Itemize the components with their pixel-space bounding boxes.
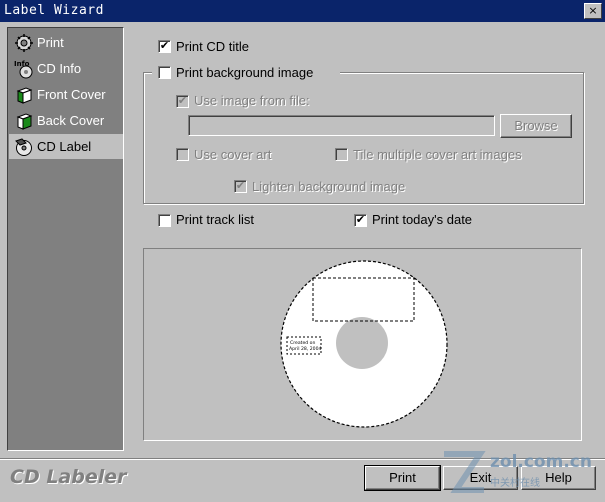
cd-label-preview: Created on April 28, 2004 (143, 248, 582, 441)
use-cover-art-label: Use cover art (194, 147, 272, 162)
window-title: Label Wizard (4, 3, 104, 18)
sidebar-item-cd-info[interactable]: Info CD Info (9, 56, 123, 81)
sidebar-item-front-cover[interactable]: Front Cover (9, 82, 123, 107)
tile-cover-art-checkbox[interactable] (335, 148, 348, 161)
sidebar-item-label: CD Label (37, 139, 92, 154)
lighten-background-checkbox[interactable]: ✔ (234, 180, 247, 193)
sidebar-item-label: Front Cover (37, 87, 106, 102)
print-button[interactable]: Print (364, 465, 441, 491)
print-cd-title-label: Print CD title (176, 39, 249, 54)
print-background-image-label: Print background image (176, 65, 314, 80)
sidebar-item-label: CD Info (37, 61, 82, 76)
cd-label-icon (15, 138, 32, 156)
cd-hole (336, 317, 388, 369)
title-bar[interactable]: Label Wizard × (0, 0, 605, 22)
close-button[interactable]: × (584, 3, 602, 19)
print-todays-date-label: Print today's date (372, 212, 473, 227)
tile-cover-art-label: Tile multiple cover art images (353, 147, 522, 162)
watermark-text: zol.com.cn (490, 452, 592, 472)
print-background-image-checkbox[interactable] (158, 66, 171, 79)
sidebar-item-print[interactable]: Print (9, 30, 123, 55)
browse-button[interactable]: Browse (500, 114, 572, 138)
info-icon: Info (14, 60, 33, 79)
back-cover-icon (16, 113, 33, 130)
date-line-2: April 28, 2004 (289, 346, 321, 352)
app-brand: CD Labeler (10, 466, 127, 488)
sidebar-item-label: Print (37, 35, 64, 50)
use-cover-art-checkbox[interactable] (176, 148, 189, 161)
sidebar-item-label: Back Cover (37, 113, 105, 128)
sidebar-item-back-cover[interactable]: Back Cover (9, 108, 123, 133)
sidebar-item-cd-label[interactable]: CD Label (9, 134, 123, 159)
use-image-from-file-checkbox[interactable]: ✔ (176, 95, 189, 108)
label-wizard-window: Label Wizard × Print Info CD Info Front … (0, 0, 605, 502)
print-cd-title-checkbox[interactable]: ✔ (158, 40, 171, 53)
gear-icon (15, 34, 33, 52)
date-line-1: Created on (290, 340, 315, 346)
sidebar: Print Info CD Info Front Cover Back Cove… (7, 27, 124, 451)
front-cover-icon (16, 87, 33, 104)
print-track-list-checkbox[interactable] (158, 214, 171, 227)
cd-preview-graphic: Created on April 28, 2004 (280, 260, 448, 428)
print-track-list-label: Print track list (176, 212, 255, 227)
lighten-background-label: Lighten background image (252, 179, 406, 194)
image-path-input[interactable] (188, 115, 495, 136)
use-image-from-file-label: Use image from file: (194, 93, 310, 108)
print-todays-date-checkbox[interactable]: ✔ (354, 214, 367, 227)
watermark-subtext: 中关村在线 (490, 478, 540, 489)
